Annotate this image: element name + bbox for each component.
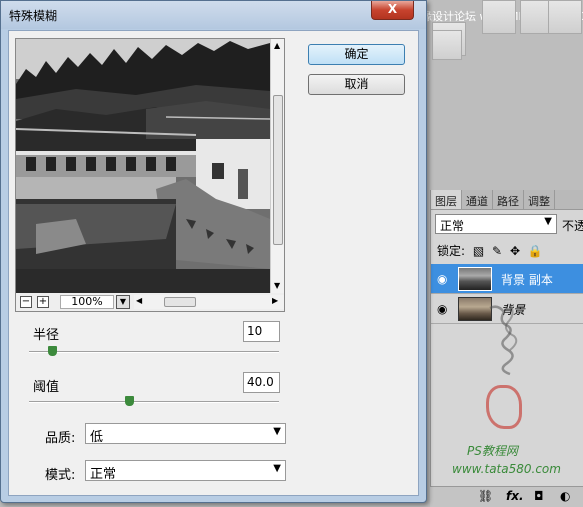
radius-slider-track[interactable] xyxy=(29,351,279,353)
mode-value: 正常 xyxy=(90,467,117,482)
blend-mode-value: 正常 xyxy=(440,219,465,233)
zoom-menu-button[interactable]: ▼ xyxy=(116,295,130,309)
lock-label: 锁定: xyxy=(437,244,466,258)
threshold-input[interactable]: 40.0 xyxy=(243,372,280,393)
scroll-left-icon[interactable]: ◀ xyxy=(136,296,142,305)
scroll-right-icon[interactable]: ▶ xyxy=(272,296,278,305)
chevron-down-icon: ▼ xyxy=(544,216,552,227)
smart-blur-dialog: 特殊模糊 X ▲ ▼ − + 100% ▼ ◀ ▶ 确定 取消 半径 10 阈值… xyxy=(0,0,427,503)
lock-transparent-icon[interactable]: ▧ xyxy=(473,244,484,258)
ok-button[interactable]: 确定 xyxy=(308,44,405,65)
blend-mode-select[interactable]: 正常 ▼ xyxy=(435,214,557,234)
radius-input[interactable]: 10 xyxy=(243,321,280,342)
close-button[interactable]: X xyxy=(371,1,414,20)
swatch-tile[interactable] xyxy=(548,0,582,34)
tab-adjustments[interactable]: 调整 xyxy=(524,190,555,209)
preview-photo xyxy=(16,39,270,293)
tab-channels[interactable]: 通道 xyxy=(462,190,493,209)
tab-paths[interactable]: 路径 xyxy=(493,190,524,209)
horizontal-scroll-thumb[interactable] xyxy=(164,297,196,307)
mode-label: 模式: xyxy=(45,468,76,483)
link-icon[interactable]: ⛓ xyxy=(478,489,493,503)
swatch-tile[interactable] xyxy=(482,0,516,34)
scroll-up-icon[interactable]: ▲ xyxy=(274,41,280,50)
zoom-out-button[interactable]: − xyxy=(20,296,32,308)
mode-select[interactable]: 正常 ▼ xyxy=(85,460,286,482)
brand-url: www.tata580.com xyxy=(452,462,561,476)
preview-vertical-scrollbar[interactable]: ▲ ▼ xyxy=(270,39,284,293)
handwriting-watermark xyxy=(489,303,518,376)
layers-tabs: 图层 通道 路径 调整 xyxy=(431,190,583,210)
quality-select[interactable]: 低 ▼ xyxy=(85,423,286,445)
chevron-down-icon: ▼ xyxy=(273,463,281,474)
lock-brush-icon[interactable]: ✎ xyxy=(492,244,502,258)
threshold-label: 阈值 xyxy=(33,380,60,395)
swatch-tile[interactable] xyxy=(432,30,462,60)
preview-image[interactable] xyxy=(16,39,270,293)
chevron-down-icon: ▼ xyxy=(273,426,281,437)
radius-slider-thumb[interactable] xyxy=(47,346,57,356)
brand-text: PS教程网 xyxy=(467,444,518,458)
lock-row: 锁定: ▧ ✎ ✥ 🔒 xyxy=(437,242,547,259)
adjustment-icon[interactable]: ◐ xyxy=(560,489,570,503)
cancel-button[interactable]: 取消 xyxy=(308,74,405,95)
dialog-title: 特殊模糊 xyxy=(9,9,58,23)
zoom-level: 100% xyxy=(60,295,114,309)
eye-icon[interactable]: ◉ xyxy=(437,302,451,316)
title-bar[interactable]: 特殊模糊 X xyxy=(1,1,426,29)
tab-layers[interactable]: 图层 xyxy=(431,190,462,209)
layer-name: 背景 副本 xyxy=(501,273,553,287)
radius-label: 半径 xyxy=(33,328,60,343)
threshold-slider-track[interactable] xyxy=(29,401,279,403)
dialog-body: ▲ ▼ − + 100% ▼ ◀ ▶ 确定 取消 半径 10 阈值 40.0 品… xyxy=(8,30,419,496)
quality-label: 品质: xyxy=(45,431,76,446)
vertical-scroll-thumb[interactable] xyxy=(273,95,283,245)
preview-horizontal-scrollbar[interactable]: ◀ ▶ xyxy=(134,295,284,309)
zoom-in-button[interactable]: + xyxy=(37,296,49,308)
opacity-label: 不透 xyxy=(562,219,583,233)
layer-thumbnail xyxy=(458,267,492,291)
lock-all-icon[interactable]: 🔒 xyxy=(528,244,543,258)
mask-icon[interactable]: ◘ xyxy=(534,489,544,503)
seal-stamp xyxy=(486,385,522,429)
preview-frame: ▲ ▼ − + 100% ▼ ◀ ▶ xyxy=(15,38,285,312)
eye-icon[interactable]: ◉ xyxy=(437,272,451,286)
layers-footer: ⛓ fx. ◘ ◐ xyxy=(430,486,583,507)
lock-move-icon[interactable]: ✥ xyxy=(510,244,520,258)
fx-icon[interactable]: fx. xyxy=(506,489,524,503)
scroll-down-icon[interactable]: ▼ xyxy=(274,281,280,290)
quality-value: 低 xyxy=(90,430,104,445)
layer-row-background-copy[interactable]: ◉ 背景 副本 xyxy=(431,264,583,294)
threshold-slider-thumb[interactable] xyxy=(125,396,134,406)
blend-row: 正常 ▼ 不透 xyxy=(435,214,583,236)
